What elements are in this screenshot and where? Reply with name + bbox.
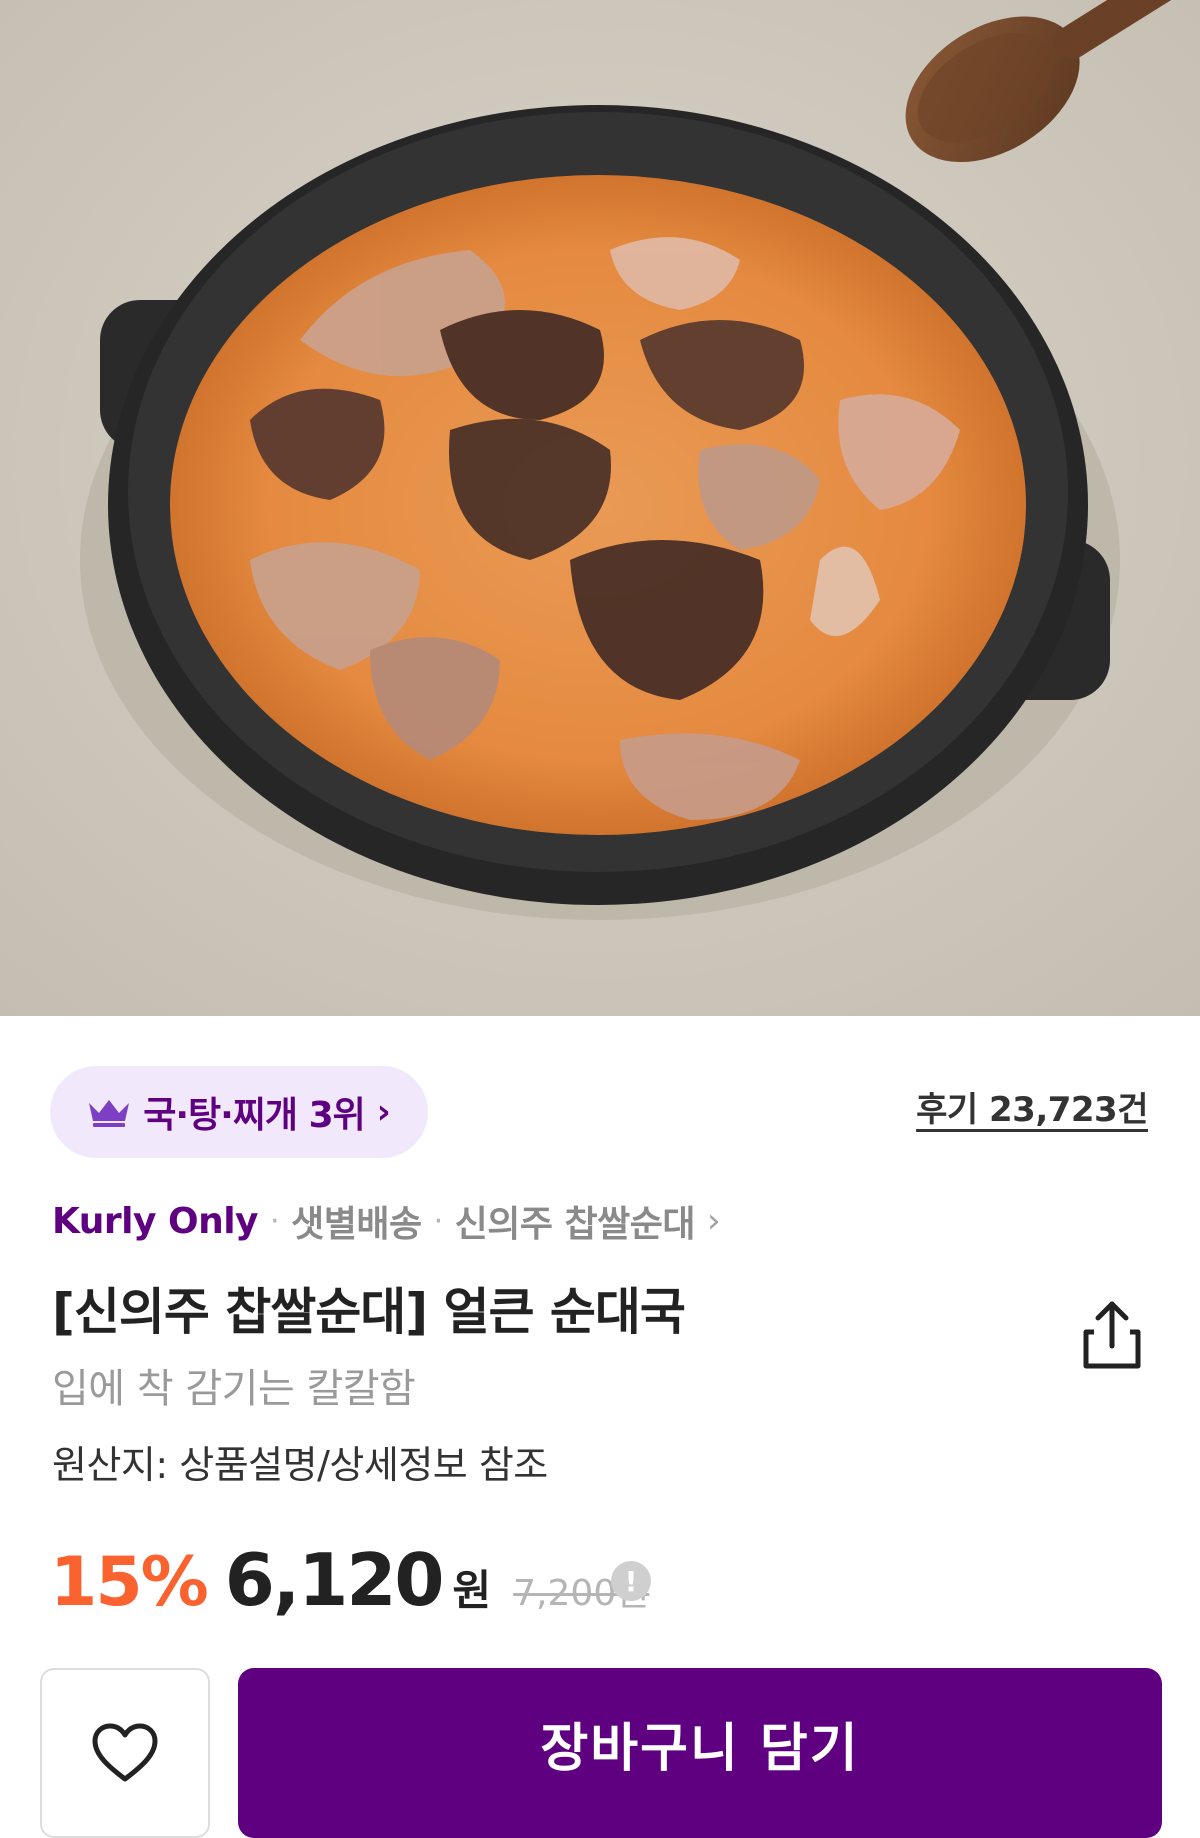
sale-price: 6,120 <box>224 1538 445 1622</box>
category-rank-badge[interactable]: 국·탕·찌개 3위 › <box>50 1066 428 1158</box>
add-to-cart-button[interactable]: 장바구니 담기 <box>238 1668 1162 1838</box>
wishlist-button[interactable] <box>40 1668 210 1838</box>
info-icon[interactable]: ! <box>611 1561 651 1601</box>
crown-icon <box>89 1100 130 1127</box>
discount-rate: 15% <box>50 1543 209 1622</box>
chevron-right-icon: › <box>706 1201 721 1241</box>
share-button[interactable] <box>1080 1298 1144 1372</box>
delivery-type: 샛별배송 <box>291 1204 422 1245</box>
product-origin: 원산지: 상품설명/상세정보 참조 <box>52 1443 548 1487</box>
review-count-link[interactable]: 후기 23,723건 <box>916 1082 1148 1131</box>
heart-icon <box>92 1723 158 1782</box>
separator-dot: · <box>433 1203 444 1239</box>
product-title: [신의주 찹쌀순대] 얼큰 순대국 <box>52 1283 686 1341</box>
chevron-right-icon: › <box>376 1092 391 1132</box>
price-row: 15% 6,120 원 7,200원 <box>50 1538 649 1628</box>
share-icon <box>1083 1301 1141 1369</box>
product-subtitle: 입에 착 감기는 칼칼함 <box>52 1366 416 1412</box>
price-unit: 원 <box>452 1566 492 1615</box>
product-meta-row: Kurly Only · 샛별배송 · 신의주 찹쌀순대 › <box>52 1195 721 1247</box>
separator-dot: · <box>270 1203 280 1239</box>
kurly-only-label: Kurly Only <box>52 1200 259 1242</box>
rank-text: 국·탕·찌개 3위 <box>143 1095 366 1136</box>
brand-link[interactable]: 신의주 찹쌀순대 <box>455 1195 696 1247</box>
product-image <box>0 0 1200 1016</box>
